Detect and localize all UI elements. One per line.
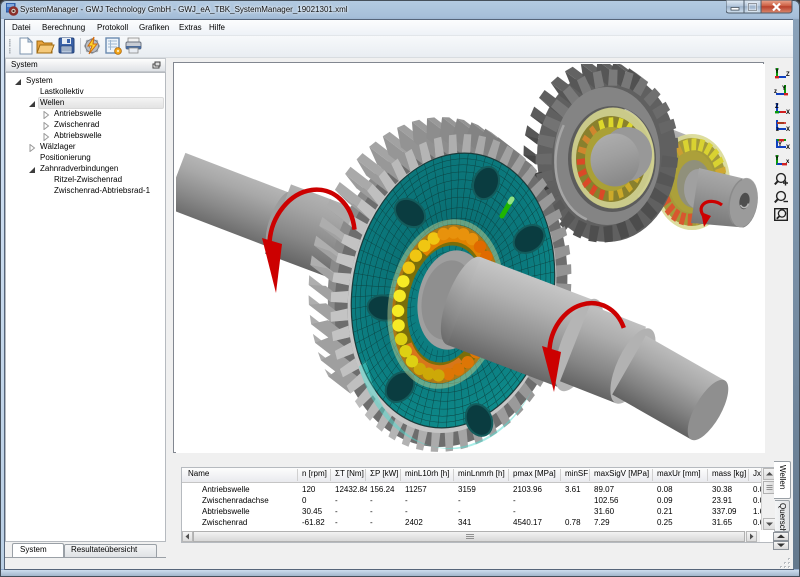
svg-text:Y: Y (782, 86, 786, 92)
svg-text:Z: Z (786, 72, 790, 78)
svg-text:x: x (786, 159, 790, 165)
svg-text:z: z (774, 89, 777, 95)
svg-text:Y: Y (778, 142, 782, 148)
svg-text:Y: Y (775, 69, 779, 75)
svg-text:X: X (786, 145, 790, 151)
svg-text:X: X (786, 110, 790, 116)
svg-text:z: z (776, 127, 779, 133)
svg-text:Y: Y (775, 156, 779, 162)
svg-text:X: X (786, 127, 790, 133)
svg-text:Z: Z (775, 104, 779, 110)
